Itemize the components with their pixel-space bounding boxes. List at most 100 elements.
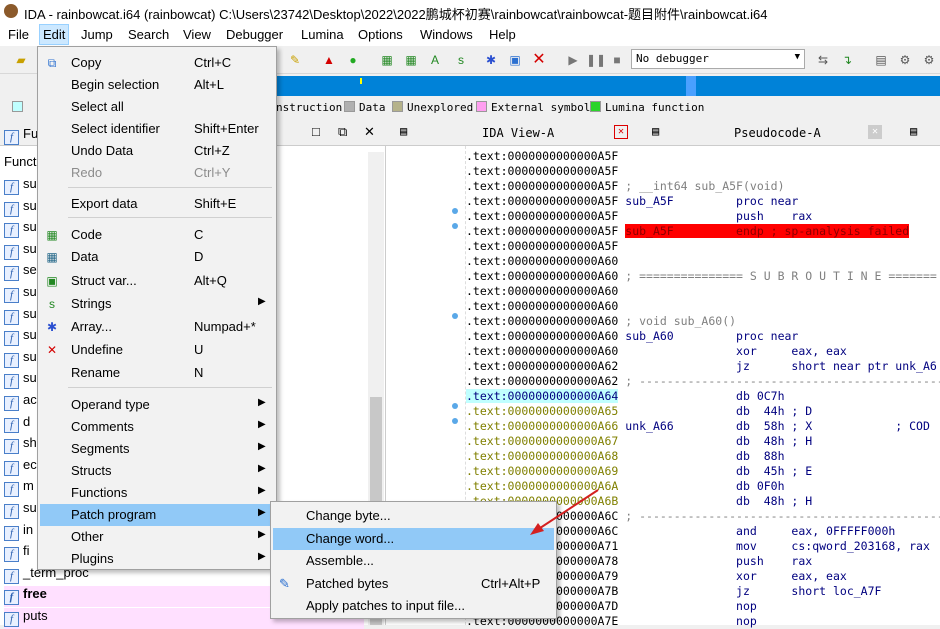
menu-item-undefine[interactable]: ✕ Undefine U (40, 339, 274, 361)
menu-item-patch-program[interactable]: Patch program ▶ (40, 504, 274, 526)
green-dot-icon[interactable]: ● (344, 51, 362, 69)
list-icon[interactable]: ▤ (872, 51, 890, 69)
submenu-item-change-byte[interactable]: Change byte... (273, 505, 554, 527)
pause-icon[interactable]: ❚❚ (586, 51, 606, 69)
breakpoint-dot[interactable] (452, 418, 458, 424)
code-line[interactable]: .text:0000000000000A60 ; ===============… (466, 269, 937, 284)
breakpoint-dot[interactable] (452, 208, 458, 214)
data-toolbar-icon[interactable]: ▦ (402, 51, 420, 69)
array-toolbar-icon[interactable]: ✱ (482, 51, 500, 69)
submenu-item-change-word[interactable]: Change word... (273, 527, 554, 550)
menu-item-shortcut: N (194, 365, 204, 380)
stop-icon[interactable]: ■ (608, 51, 626, 69)
menu-item-undo-data[interactable]: Undo Data Ctrl+Z (40, 140, 274, 162)
code-line[interactable]: .text:0000000000000A66 unk_A66 db 58h ; … (466, 419, 930, 434)
code-line[interactable]: .text:0000000000000A65 db 44h ; D (466, 404, 812, 419)
warning-icon[interactable]: ▲ (320, 51, 338, 69)
code-line[interactable]: .text:0000000000000A60 xor eax, eax (466, 344, 847, 359)
menu-jump[interactable]: Jump (81, 27, 113, 42)
function-name: su (23, 284, 37, 299)
menu-item-label: Data (71, 249, 99, 264)
code-line[interactable]: .text:0000000000000A6A db 0F0h (466, 479, 785, 494)
menu-item-select-identifier[interactable]: Select identifier Shift+Enter (40, 118, 274, 140)
menu-item-export-data[interactable]: Export data Shift+E (40, 193, 274, 215)
code-line[interactable]: .text:0000000000000A5F (466, 149, 625, 164)
code-line[interactable]: .text:0000000000000A68 db 88h (466, 449, 785, 464)
submenu-item-patched-bytes[interactable]: ✎ Patched bytes Ctrl+Alt+P (273, 573, 554, 595)
tab-ida-view[interactable]: IDA View-A (482, 126, 554, 148)
step-icon[interactable]: ↴ (838, 51, 856, 69)
submenu-item-label: Change word... (306, 530, 395, 546)
string-toolbar-icon[interactable]: A (426, 51, 444, 69)
attach-icon[interactable]: ⇆ (814, 51, 832, 69)
menu-item-segments[interactable]: Segments ▶ (40, 438, 274, 460)
menu-search[interactable]: Search (128, 27, 169, 42)
close-icon[interactable]: ✕ (614, 125, 628, 139)
function-icon: f (4, 418, 19, 433)
menu-item-structs[interactable]: Structs ▶ (40, 460, 274, 482)
functions-tab[interactable]: f Fu (4, 126, 38, 145)
code-line[interactable]: .text:0000000000000A69 db 45h ; E (466, 464, 812, 479)
code-line[interactable]: .text:0000000000000A62 jz short near ptr… (466, 359, 937, 374)
menu-item-functions[interactable]: Functions ▶ (40, 482, 274, 504)
tab-hex-icon[interactable]: ▤ (910, 124, 917, 146)
menu-item-rename[interactable]: Rename N (40, 362, 274, 384)
menu-item-code[interactable]: ▦ Code C (40, 224, 274, 246)
code-line[interactable]: .text:0000000000000A5F push rax (466, 209, 812, 224)
tools2-icon[interactable]: ⚙ (920, 51, 938, 69)
menu-item-comments[interactable]: Comments ▶ (40, 416, 274, 438)
code-line[interactable]: .text:0000000000000A62 ; ---------------… (466, 374, 940, 389)
menu-windows[interactable]: Windows (420, 27, 473, 42)
open-icon[interactable]: ▰ (12, 51, 30, 69)
menu-item-data[interactable]: ▦ Data D (40, 246, 274, 268)
menu-debugger[interactable]: Debugger (226, 27, 283, 42)
menu-item-select-all[interactable]: Select all (40, 96, 274, 118)
code-line[interactable]: .text:0000000000000A5F sub_A5F endp ; sp… (466, 224, 910, 239)
code-line[interactable]: .text:0000000000000A5F (466, 239, 625, 254)
menu-item-plugins[interactable]: Plugins ▶ (40, 548, 274, 570)
menu-lumina[interactable]: Lumina (301, 27, 344, 42)
debugger-select[interactable]: No debugger ▼ (631, 49, 805, 69)
code-line[interactable]: .text:0000000000000A67 db 48h ; H (466, 434, 812, 449)
menu-file[interactable]: File (8, 27, 29, 42)
submenu-item-assemble[interactable]: Assemble... (273, 550, 554, 572)
code-line[interactable]: .text:0000000000000A60 (466, 254, 625, 269)
run-icon[interactable]: ▶ (564, 51, 582, 69)
menu-item-copy[interactable]: ⧉ Copy Ctrl+C (40, 52, 274, 74)
tab-pseudocode[interactable]: Pseudocode-A (734, 126, 821, 148)
menu-item-operand-type[interactable]: Operand type ▶ (40, 394, 274, 416)
code-line[interactable]: .text:0000000000000A60 sub_A60 proc near (466, 329, 798, 344)
code-toolbar-icon[interactable]: ▦ (378, 51, 396, 69)
code-line[interactable]: .text:0000000000000A5F sub_A5F proc near (466, 194, 798, 209)
breakpoint-dot[interactable] (452, 403, 458, 409)
code-line[interactable]: .text:0000000000000A60 ; void sub_A60() (466, 314, 736, 329)
menu-item-other[interactable]: Other ▶ (40, 526, 274, 548)
menu-view[interactable]: View (183, 27, 211, 42)
restore-icon[interactable]: □ (312, 124, 320, 139)
menu-item-begin-selection[interactable]: Begin selection Alt+L (40, 74, 274, 96)
menu-edit[interactable]: Edit (38, 24, 70, 45)
menu-help[interactable]: Help (489, 27, 516, 42)
close-icon[interactable]: ✕ (868, 125, 882, 139)
navigation-strip[interactable] (276, 76, 940, 96)
menu-options[interactable]: Options (358, 27, 403, 42)
code-line[interactable]: .text:0000000000000A5F (466, 164, 625, 179)
strings-toolbar-icon[interactable]: s (452, 51, 470, 69)
menu-item-struct-var[interactable]: ▣ Struct var... Alt+Q (40, 270, 274, 292)
code-line[interactable]: .text:0000000000000A5F ; __int64 sub_A5F… (466, 179, 785, 194)
undefine-toolbar-icon[interactable]: ✕ (530, 51, 548, 69)
breakpoint-dot[interactable] (452, 223, 458, 229)
menu-item-redo[interactable]: Redo Ctrl+Y (40, 162, 274, 184)
struct-toolbar-icon[interactable]: ▣ (506, 51, 524, 69)
float-icon[interactable]: ⧉ (338, 124, 347, 140)
breakpoint-dot[interactable] (452, 313, 458, 319)
submenu-item-apply-patches-to-input-file[interactable]: Apply patches to input file... (273, 595, 554, 617)
search-icon[interactable]: ✎ (286, 51, 304, 69)
close-icon[interactable]: ✕ (364, 124, 375, 140)
code-line[interactable]: .text:0000000000000A60 (466, 284, 625, 299)
menu-item-strings[interactable]: s Strings ▶ (40, 293, 274, 315)
menu-item-array[interactable]: ✱ Array... Numpad+* (40, 316, 274, 338)
code-line[interactable]: .text:0000000000000A64 db 0C7h (466, 389, 785, 404)
code-line[interactable]: .text:0000000000000A60 (466, 299, 625, 314)
tools-icon[interactable]: ⚙ (896, 51, 914, 69)
